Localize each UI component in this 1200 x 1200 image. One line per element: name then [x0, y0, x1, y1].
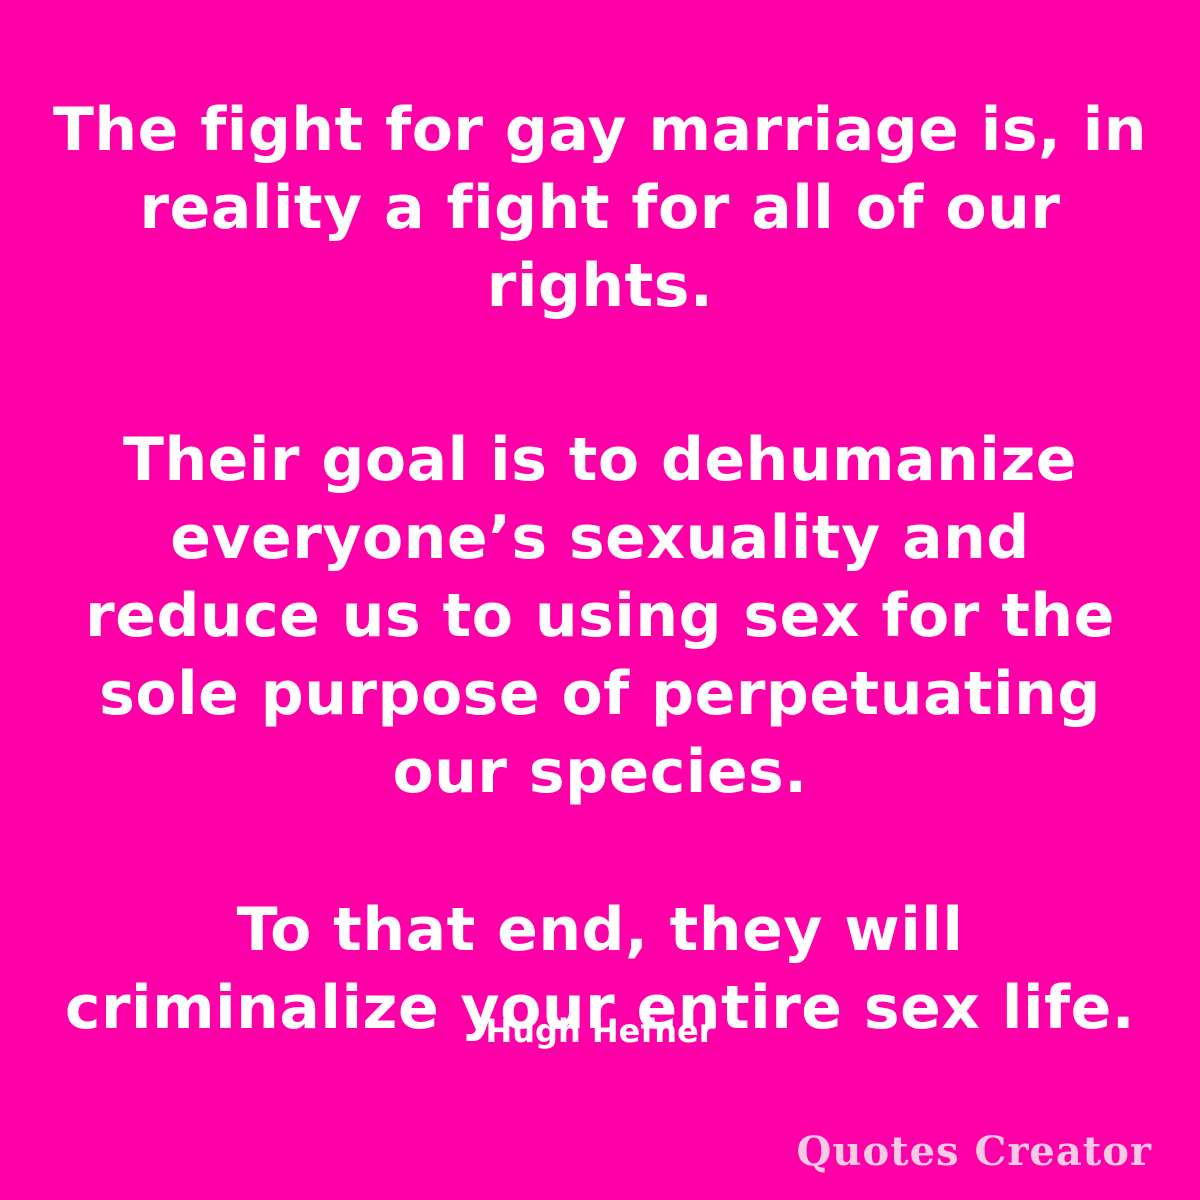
watermark-logo: Quotes Creator: [796, 1128, 1152, 1175]
quote-line: our species.: [392, 737, 808, 807]
quote-line: sole purpose of perpetuating: [99, 659, 1101, 729]
quote-line: Their goal is to dehumanize: [123, 425, 1077, 495]
quote-line: To that end, they will: [236, 895, 964, 965]
quote-line: rights.: [486, 251, 714, 321]
quote-author: Hugh Hefner: [485, 1012, 715, 1050]
quote-card: The fight for gay marriage is, in realit…: [0, 0, 1200, 1200]
quote-line: reduce us to using sex for the: [85, 581, 1115, 651]
quote-line: The fight for gay marriage is, in: [52, 95, 1148, 165]
quote-line: reality a fight for all of our: [139, 173, 1061, 243]
quote-line: everyone’s sexuality and: [170, 503, 1030, 573]
